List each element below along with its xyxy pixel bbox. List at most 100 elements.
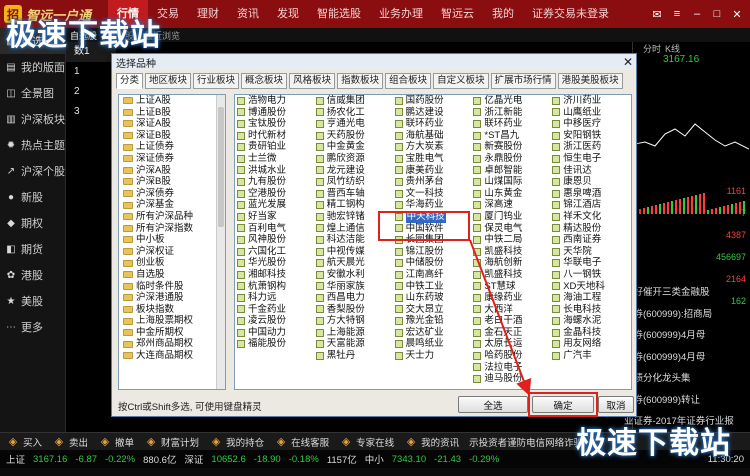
chart-tab[interactable]: 分时 <box>643 42 661 54</box>
stock-item[interactable]: 中铁二局 <box>473 234 545 246</box>
nav-item[interactable]: 我的 <box>483 0 523 28</box>
stock-item[interactable]: 大西洋 <box>473 304 545 316</box>
stock-item[interactable]: 华海药业 <box>394 199 467 211</box>
category-item[interactable]: 大连商品期权 <box>119 350 225 362</box>
stock-item[interactable]: 空港股份 <box>237 188 309 200</box>
sidebar-item[interactable]: ▤ 我的版面 <box>0 54 65 80</box>
stock-item[interactable]: *ST昌九 <box>473 130 545 142</box>
stock-item[interactable]: 中储股份 <box>394 257 467 269</box>
stock-item[interactable]: 山东黄金 <box>473 188 545 200</box>
stock-item[interactable]: 贵研铂业 <box>237 141 309 153</box>
stock-item[interactable]: 亿晶光电 <box>473 95 545 107</box>
stock-item[interactable]: 六国化工 <box>237 246 309 258</box>
bottom-toolbar-item[interactable]: ◈ 买入 <box>6 435 42 449</box>
news-item[interactable]: 财好催开三类金融股 <box>624 282 750 304</box>
stock-item[interactable]: 康缘药业 <box>473 292 545 304</box>
stock-item[interactable]: 太原长运 <box>473 338 545 350</box>
news-item[interactable]: 证券(600999)4月母 <box>624 347 750 369</box>
category-item[interactable]: 郑州商品期权 <box>119 338 225 350</box>
stock-item[interactable]: 交大昂立 <box>394 304 467 316</box>
sidebar-item[interactable]: ◫ 全景图 <box>0 80 65 106</box>
bottom-toolbar-item[interactable]: ◈ 我的持仓 <box>209 435 264 449</box>
stock-item[interactable]: 八一钢铁 <box>552 269 624 281</box>
category-item[interactable]: 自选股 <box>119 269 225 281</box>
stock-item[interactable]: 上海能源 <box>315 327 388 339</box>
stock-item[interactable]: 哈药股份 <box>473 350 545 362</box>
stock-item[interactable]: 晨鸣纸业 <box>394 338 467 350</box>
stock-item[interactable]: 博通股份 <box>237 107 309 119</box>
stock-item[interactable]: 卓郎智能 <box>473 165 545 177</box>
close-icon[interactable]: ✕ <box>730 7 744 21</box>
stock-item[interactable]: 洪城水业 <box>237 165 309 177</box>
category-scrollbar[interactable] <box>216 95 225 389</box>
stock-item[interactable]: 百利电气 <box>237 223 309 235</box>
stock-item[interactable]: 蓝光发展 <box>237 199 309 211</box>
dialog-tab[interactable]: 行业板块 <box>193 73 240 89</box>
category-item[interactable]: 板块指数 <box>119 304 225 316</box>
stock-item[interactable]: 浙江新能 <box>473 107 545 119</box>
maximize-icon[interactable]: □ <box>710 7 724 21</box>
stock-item[interactable]: 惠泉啤酒 <box>552 188 624 200</box>
stock-item[interactable]: 杭萧钢构 <box>237 281 309 293</box>
stock-item[interactable]: 中视传媒 <box>315 246 388 258</box>
sidebar-item[interactable]: ◧ 期货 <box>0 236 65 262</box>
stock-item[interactable]: 黑牡丹 <box>315 350 388 362</box>
dialog-tab[interactable]: 组合板块 <box>385 73 432 89</box>
category-list[interactable]: 上证A股 上证B股 深证A股 深证B股 上证债券 深证债券 沪深A股 沪深B股 沪深债券 沪深基金… <box>118 94 226 390</box>
stock-item[interactable]: 法拉电子 <box>473 362 545 374</box>
stock-item[interactable]: 中铁工业 <box>394 281 467 293</box>
sidebar-item[interactable]: ★ 美股 <box>0 288 65 314</box>
bottom-toolbar-item[interactable]: ◈ 卖出 <box>52 435 88 449</box>
stock-item[interactable]: 方大炭素 <box>394 141 467 153</box>
stock-item[interactable]: 保灵电气 <box>473 223 545 235</box>
stock-item[interactable]: 豫光金铅 <box>394 315 467 327</box>
stock-item[interactable]: 海航基础 <box>394 130 467 142</box>
menu-icon[interactable]: ≡ <box>670 7 684 21</box>
message-icon[interactable]: ✉ <box>650 7 664 21</box>
stock-item[interactable]: 浙江医药 <box>552 141 624 153</box>
news-item[interactable]: 证券(600999)4月母 <box>624 325 750 347</box>
sidebar-item[interactable]: ▥ 沪深板块 <box>0 106 65 132</box>
minimize-icon[interactable]: – <box>690 7 704 21</box>
stock-item[interactable]: 科达洁能 <box>315 234 388 246</box>
stock-item[interactable]: 新赛股份 <box>473 141 545 153</box>
category-item[interactable]: 沪深权证 <box>119 246 225 258</box>
stock-item[interactable]: 联环药业 <box>394 118 467 130</box>
stock-item[interactable]: 华光股份 <box>237 257 309 269</box>
news-item[interactable]: 证券(600999)转让 <box>624 390 750 412</box>
stock-item[interactable]: 凤竹纺织 <box>315 176 388 188</box>
stock-item[interactable]: 九有股份 <box>237 176 309 188</box>
bottom-toolbar-item[interactable]: ◈ 撤单 <box>98 435 134 449</box>
news-item[interactable]: 证券(600999):招商局 <box>624 304 750 326</box>
stock-item[interactable]: 广汽丰 <box>552 350 624 362</box>
stock-item[interactable]: 安徽水利 <box>315 269 388 281</box>
stock-item[interactable]: 煌上通信 <box>315 223 388 235</box>
stock-item[interactable]: 用友网络 <box>552 338 624 350</box>
stock-item[interactable]: 浩物电力 <box>237 95 309 107</box>
nav-item[interactable]: 证券交易未登录 <box>523 0 618 28</box>
dialog-tab[interactable]: 自定义板块 <box>433 73 489 89</box>
stock-item[interactable]: 湘邮科技 <box>237 269 309 281</box>
table-row[interactable]: 1 <box>66 62 116 82</box>
stock-item[interactable]: 扬农化工 <box>315 107 388 119</box>
stock-item[interactable]: 好当家 <box>237 211 309 223</box>
stock-item[interactable]: 锦江股份 <box>394 246 467 258</box>
stock-item[interactable]: 香梨股份 <box>315 304 388 316</box>
stock-item[interactable]: 风神股份 <box>237 234 309 246</box>
sidebar-item[interactable]: ✿ 港股 <box>0 262 65 288</box>
nav-item[interactable]: 发现 <box>268 0 308 28</box>
stock-item[interactable]: 凌云股份 <box>237 315 309 327</box>
category-item[interactable]: 中金所期权 <box>119 327 225 339</box>
stock-item[interactable]: 西南证券 <box>552 234 624 246</box>
nav-item[interactable]: 理财 <box>188 0 228 28</box>
stock-item[interactable]: 康恩贝 <box>552 176 624 188</box>
stock-item[interactable]: XD天地科 <box>552 281 624 293</box>
stock-item[interactable]: 厦门钨业 <box>473 211 545 223</box>
stock-item[interactable]: 文一科技 <box>394 188 467 200</box>
sidebar-item[interactable]: ⋯ 更多 <box>0 314 65 340</box>
stock-item[interactable]: 凯盛科技 <box>473 246 545 258</box>
news-item[interactable]: 业绩分化龙头集 <box>624 368 750 390</box>
stock-item[interactable]: 福能股份 <box>237 338 309 350</box>
stock-item[interactable]: 联环药业 <box>473 118 545 130</box>
stock-item[interactable]: 龙元建设 <box>315 165 388 177</box>
